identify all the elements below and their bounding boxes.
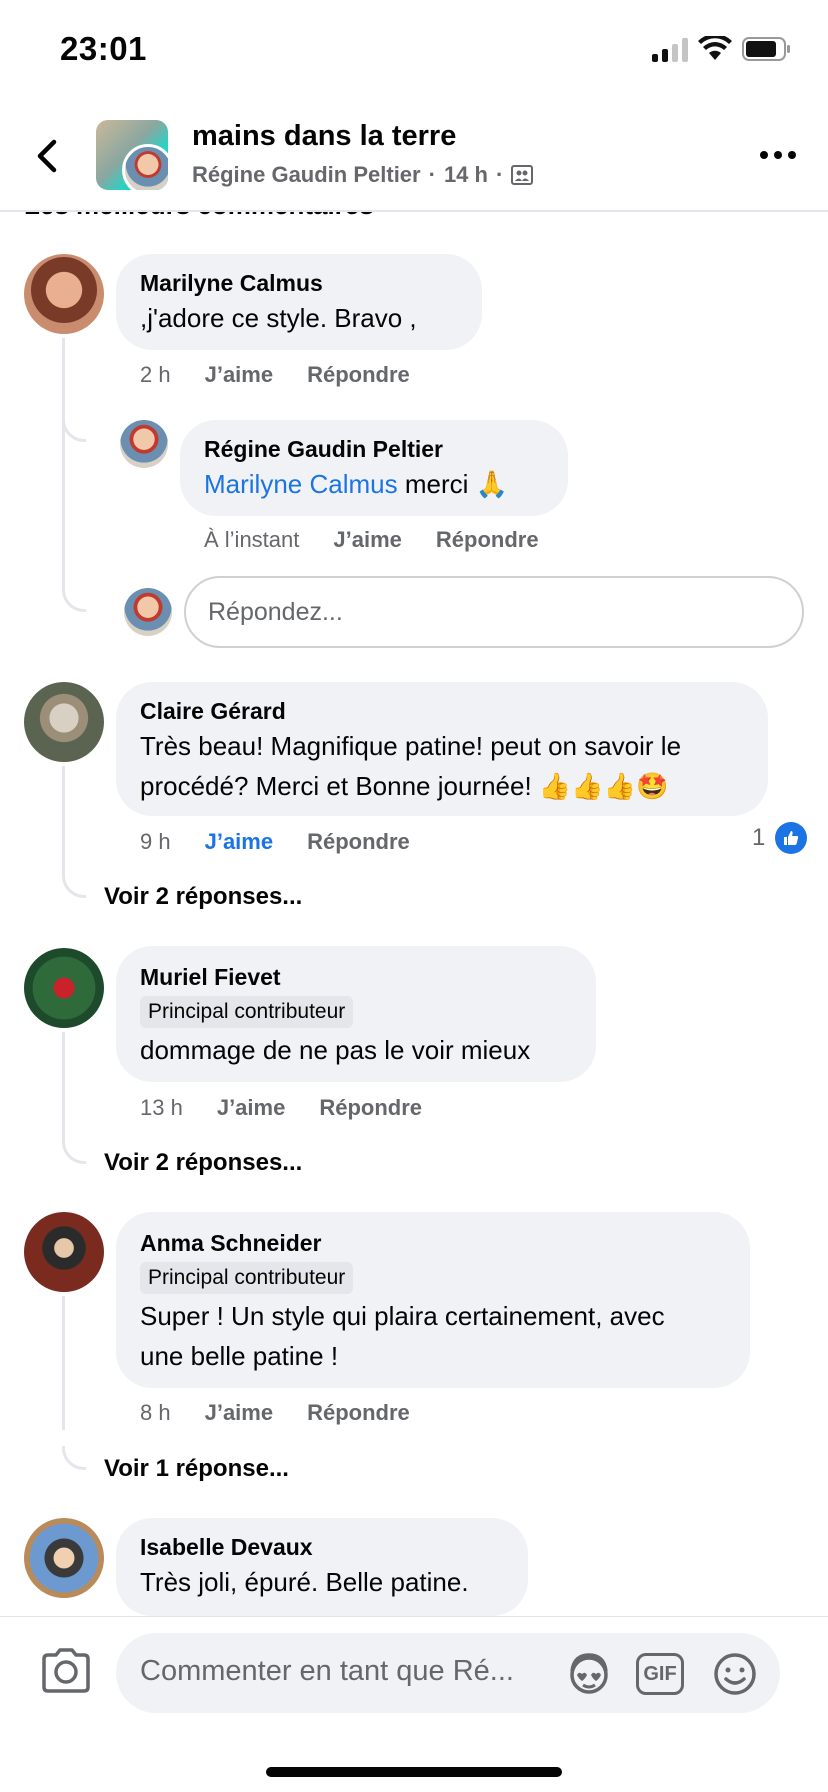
reply-button[interactable]: Répondre bbox=[436, 527, 539, 553]
avatar[interactable] bbox=[24, 254, 104, 334]
post-author[interactable]: Régine Gaudin Peltier bbox=[192, 162, 421, 188]
emoji-icon[interactable] bbox=[712, 1651, 758, 1697]
like-button[interactable]: J’aime bbox=[205, 1400, 274, 1426]
comment-time: 8 h bbox=[140, 1400, 171, 1425]
thread-connector bbox=[62, 1446, 86, 1470]
reply-button[interactable]: Répondre bbox=[307, 1400, 410, 1426]
top-contributor-badge: Principal contributeur bbox=[140, 1262, 354, 1294]
camera-icon[interactable] bbox=[40, 1647, 92, 1693]
comment-time: 13 h bbox=[140, 1095, 183, 1120]
more-options-icon[interactable] bbox=[760, 148, 800, 162]
post-time: 14 h bbox=[443, 162, 488, 187]
status-bar: 23:01 bbox=[0, 0, 828, 100]
like-button[interactable]: J’aime bbox=[333, 527, 402, 553]
thread-line bbox=[62, 766, 65, 876]
comment-author[interactable]: Marilyne Calmus bbox=[140, 268, 458, 298]
comment-bubble: Isabelle Devaux Très joli, épuré. Belle … bbox=[116, 1518, 528, 1616]
reply-button[interactable]: Répondre bbox=[307, 362, 410, 388]
like-button[interactable]: J’aime bbox=[205, 362, 274, 388]
comment-text: ,j'adore ce style. Bravo , bbox=[140, 303, 417, 333]
comment-time: 2 h bbox=[140, 362, 171, 387]
avatar[interactable] bbox=[24, 948, 104, 1028]
thread-connector bbox=[62, 418, 86, 442]
comment-text: Marilyne Calmus merci 🙏 bbox=[204, 469, 508, 499]
comment-actions: À l’instant J’aime Répondre bbox=[204, 527, 539, 553]
cellular-signal-icon bbox=[652, 38, 688, 62]
comment-author[interactable]: Régine Gaudin Peltier bbox=[204, 434, 544, 464]
comment-bubble: Muriel Fievet Principal contributeur dom… bbox=[116, 946, 596, 1082]
see-replies-link[interactable]: Voir 2 réponses... bbox=[104, 1149, 302, 1177]
comment-author[interactable]: Isabelle Devaux bbox=[140, 1532, 504, 1562]
comment-text: Très joli, épuré. Belle patine. bbox=[140, 1567, 469, 1597]
author-avatar bbox=[122, 144, 168, 190]
avatar[interactable] bbox=[24, 682, 104, 762]
reaction-count[interactable]: 1 bbox=[752, 822, 808, 854]
see-replies-link[interactable]: Voir 1 réponse... bbox=[104, 1455, 289, 1483]
group-privacy-icon bbox=[511, 165, 534, 185]
comment-actions: 2 h J’aime Répondre bbox=[140, 362, 410, 388]
thread-line bbox=[62, 1032, 65, 1142]
comment-text: Super ! Un style qui plaira certainement… bbox=[140, 1301, 665, 1331]
comment-author[interactable]: Claire Gérard bbox=[140, 696, 744, 726]
back-arrow-icon[interactable] bbox=[28, 136, 68, 176]
group-thumbnail[interactable] bbox=[96, 120, 168, 190]
reply-input[interactable]: Répondez... bbox=[184, 576, 804, 648]
comment-text: une belle patine ! bbox=[140, 1341, 339, 1371]
reply-button[interactable]: Répondre bbox=[307, 829, 410, 855]
comment-composer: Commenter en tant que Ré... GIF bbox=[0, 1616, 828, 1792]
comment-bubble: Anma Schneider Principal contributeur Su… bbox=[116, 1212, 750, 1388]
wifi-icon bbox=[698, 36, 732, 60]
comment-input-placeholder: Commenter en tant que Ré... bbox=[140, 1655, 514, 1687]
meta-separator: · bbox=[428, 162, 436, 187]
gif-button[interactable]: GIF bbox=[636, 1653, 684, 1695]
see-replies-link[interactable]: Voir 2 réponses... bbox=[104, 883, 302, 911]
battery-icon bbox=[742, 37, 790, 61]
comment-text: procédé? Merci et Bonne journée! 👍👍👍🤩 bbox=[140, 771, 669, 801]
thread-connector bbox=[62, 588, 86, 612]
post-header: mains dans la terre Régine Gaudin Peltie… bbox=[0, 100, 828, 212]
thread-connector bbox=[62, 1140, 86, 1164]
comment-text: Très beau! Magnifique patine! peut on sa… bbox=[140, 731, 682, 761]
meta-separator: · bbox=[495, 162, 504, 187]
comment-author[interactable]: Muriel Fievet bbox=[140, 962, 572, 992]
avatar[interactable] bbox=[24, 1212, 104, 1292]
comment-actions: 13 h J’aime Répondre bbox=[140, 1095, 422, 1121]
like-button[interactable]: J’aime bbox=[217, 1095, 286, 1121]
mention-link[interactable]: Marilyne Calmus bbox=[204, 469, 398, 499]
comment-text: dommage de ne pas le voir mieux bbox=[140, 1035, 531, 1065]
post-meta: Régine Gaudin Peltier · 14 h · bbox=[192, 162, 534, 188]
comment-bubble: Claire Gérard Très beau! Magnifique pati… bbox=[116, 682, 768, 816]
status-time: 23:01 bbox=[60, 30, 147, 67]
thread-line bbox=[62, 338, 65, 590]
avatar[interactable] bbox=[24, 1518, 104, 1598]
group-title[interactable]: mains dans la terre bbox=[192, 120, 456, 153]
comment-time: 9 h bbox=[140, 829, 171, 854]
comment-time: À l’instant bbox=[204, 527, 300, 552]
thread-line bbox=[62, 1296, 65, 1430]
home-indicator bbox=[266, 1767, 562, 1777]
top-contributor-badge: Principal contributeur bbox=[140, 996, 354, 1028]
reply-button[interactable]: Répondre bbox=[319, 1095, 422, 1121]
avatar bbox=[124, 588, 172, 636]
comment-actions: 9 h J’aime Répondre bbox=[140, 829, 410, 855]
avatar-sticker-icon[interactable] bbox=[566, 1651, 612, 1697]
like-button[interactable]: J’aime bbox=[205, 829, 274, 855]
reply-bubble: Régine Gaudin Peltier Marilyne Calmus me… bbox=[180, 420, 568, 516]
thumbs-up-icon bbox=[775, 822, 808, 854]
thread-connector bbox=[62, 874, 86, 898]
avatar[interactable] bbox=[120, 420, 168, 468]
comment-bubble: Marilyne Calmus ,j'adore ce style. Bravo… bbox=[116, 254, 482, 350]
comment-author[interactable]: Anma Schneider bbox=[140, 1228, 726, 1258]
comment-actions: 8 h J’aime Répondre bbox=[140, 1400, 410, 1426]
comment-input[interactable]: Commenter en tant que Ré... GIF bbox=[116, 1633, 780, 1713]
like-count-value: 1 bbox=[752, 824, 766, 851]
